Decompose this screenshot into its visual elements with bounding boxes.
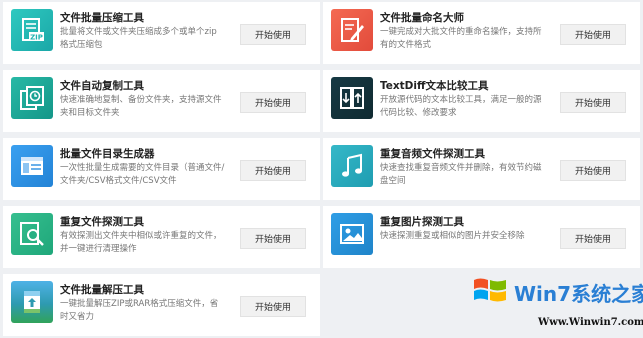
tool-description: 开放源代码的文本比较工具，满足一般的源代码比较、修改要求 [380,95,542,118]
search-file-icon [11,213,53,255]
start-button[interactable]: 开始使用 [560,24,626,45]
tool-title: 文件批量命名大师 [380,12,464,24]
tool-card-batch-rename: 文件批量命名大师 一键完成对大批文件的重命名操作，支持所有的文件格式 开始使用 [323,2,640,64]
tool-description: 批量将文件或文件夹压缩成多个或单个zip格式压缩包 [60,27,217,50]
tool-card-auto-copy: 文件自动复制工具 快速准确地复制、备份文件夹，支持源文件夹和目标文件夹 开始使用 [3,70,320,132]
tool-description: 一键完成对大批文件的重命名操作，支持所有的文件格式 [380,27,542,50]
tool-card-batch-extract: 文件批量解压工具 一键批量解压ZIP或RAR格式压缩文件，省时又省力 开始使用 [3,274,320,336]
tool-card-directory-generator: 批量文件目录生成器 一次性批量生成需要的文件目录（普通文件/文件夹/CSV格式文… [3,138,320,200]
tool-description: 快速探测重复或相似的图片并安全移除 [380,231,525,241]
start-button[interactable]: 开始使用 [240,160,306,181]
watermark-brand: Win7系统之家 [514,282,643,306]
start-button[interactable]: 开始使用 [560,92,626,113]
rename-file-icon [331,9,373,51]
tool-card-duplicate-files: 重复文件探测工具 有效探测出文件夹中相似或许重复的文件，并一键进行清理操作 开始… [3,206,320,268]
tool-title: 文件批量解压工具 [60,284,144,296]
tool-description: 一键批量解压ZIP或RAR格式压缩文件，省时又省力 [60,299,219,322]
tool-title: 批量文件目录生成器 [60,148,155,160]
tool-card-duplicate-audio: 重复音频文件探测工具 快速查找重复音频文件并删除，有效节约磁盘空间 开始使用 [323,138,640,200]
music-note-icon [331,145,373,187]
windows-logo-icon [474,278,506,302]
tool-card-batch-compress: ZIP 文件批量压缩工具 批量将文件或文件夹压缩成多个或单个zip格式压缩包 开… [3,2,320,64]
tool-title: 文件自动复制工具 [60,80,144,92]
tool-title: 重复文件探测工具 [60,216,144,228]
tool-title: 重复音频文件探测工具 [380,148,485,160]
start-button[interactable]: 开始使用 [240,92,306,113]
tool-title: 文件批量压缩工具 [60,12,144,24]
svg-text:ZIP: ZIP [30,34,43,42]
tool-title: 重复图片探测工具 [380,216,464,228]
start-button[interactable]: 开始使用 [560,160,626,181]
tool-description: 有效探测出文件夹中相似或许重复的文件，并一键进行清理操作 [60,231,222,254]
tool-description: 一次性批量生成需要的文件目录（普通文件/文件夹/CSV格式文件/CSV文件 [60,163,225,186]
tool-description: 快速准确地复制、备份文件夹，支持源文件夹和目标文件夹 [60,95,222,118]
unzip-archive-icon [11,281,53,323]
tool-description: 快速查找重复音频文件并删除，有效节约磁盘空间 [380,163,542,186]
image-file-icon [331,213,373,255]
watermark-url: Www.Winwin7.com [538,317,643,328]
zip-file-icon: ZIP [11,9,53,51]
start-button[interactable]: 开始使用 [240,228,306,249]
start-button[interactable]: 开始使用 [240,296,306,317]
start-button[interactable]: 开始使用 [560,228,626,249]
tool-title: TextDiff文本比较工具 [380,80,489,92]
site-watermark: Win7系统之家 Www.Winwin7.com [440,262,643,336]
start-button[interactable]: 开始使用 [240,24,306,45]
copy-clock-icon [11,77,53,119]
text-compare-icon [331,77,373,119]
directory-window-icon [11,145,53,187]
tool-card-textdiff: TextDiff文本比较工具 开放源代码的文本比较工具，满足一般的源代码比较、修… [323,70,640,132]
tool-card-duplicate-images: 重复图片探测工具 快速探测重复或相似的图片并安全移除 开始使用 [323,206,640,268]
